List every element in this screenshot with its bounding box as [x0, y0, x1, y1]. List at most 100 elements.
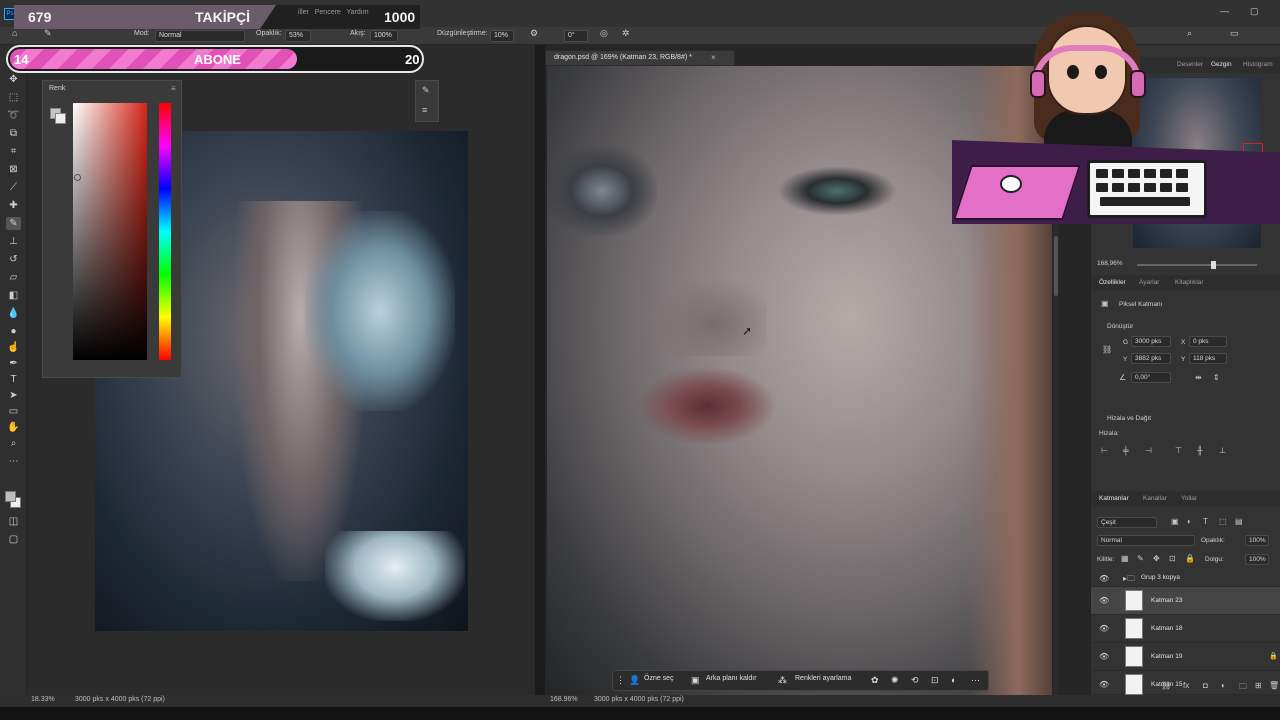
eraser-tool-icon[interactable]: ▱ [6, 271, 21, 284]
palette-icon[interactable]: ✿ [871, 675, 879, 686]
menu-item-help[interactable]: Yardım [347, 9, 369, 16]
more-icon[interactable]: ⋯ [971, 675, 980, 686]
document-tab[interactable]: dragon.psd @ 169% (Katman 23, RGB/8#) * … [545, 50, 735, 66]
layer-group-row[interactable]: 👁 ▸🗀 Grup 3 kopya [1091, 571, 1280, 587]
brush-tool-icon[interactable]: ✎ [6, 217, 21, 230]
layer-row[interactable]: 👁 Katman 19 [1091, 643, 1280, 671]
align-middle-icon[interactable]: ╫ [1197, 446, 1203, 455]
navigator-zoom-slider[interactable] [1137, 264, 1257, 266]
layer-row[interactable]: 👁 Katman 18 [1091, 615, 1280, 643]
align-left-icon[interactable]: ⊢ [1101, 446, 1108, 455]
blend-mode-select[interactable]: Normal [1097, 535, 1195, 546]
move-tool-icon[interactable]: ✥ [6, 73, 21, 86]
history-brush-tool-icon[interactable]: ↺ [6, 253, 21, 266]
align-bottom-icon[interactable]: ⊥ [1219, 446, 1226, 455]
path-select-tool-icon[interactable]: ➤ [6, 389, 21, 402]
gear-icon[interactable]: ⚙ [530, 28, 538, 39]
menu-item-fragment[interactable]: iller [298, 9, 309, 16]
hue-slider[interactable] [159, 103, 171, 360]
saturation-value-picker[interactable] [73, 103, 147, 360]
new-group-icon[interactable]: 🗀 [1239, 681, 1247, 695]
width-field[interactable]: 3000 pks [1131, 336, 1171, 347]
adjustment-layer-icon[interactable]: ◐ [1221, 681, 1226, 690]
adjust-colors-button[interactable]: Renkleri ayarlama [795, 675, 851, 682]
fill-field[interactable]: 100% [1245, 554, 1269, 565]
more-tools-icon[interactable]: ⋯ [6, 455, 21, 468]
filter-smart-icon[interactable]: ▤ [1235, 517, 1243, 526]
brush-settings-icon[interactable]: ✎ [422, 85, 430, 96]
hand-tool-icon[interactable]: ✋ [6, 421, 21, 434]
align-section-title[interactable]: Hizala ve Dağıt [1107, 415, 1151, 422]
mode-select[interactable]: Normal [155, 30, 245, 42]
navigator-zoom-knob[interactable] [1211, 261, 1216, 269]
foreground-color-swatch[interactable] [5, 491, 16, 502]
background-swatch[interactable] [55, 113, 66, 124]
marquee-tool-icon[interactable]: ⬚ [6, 91, 21, 104]
flip-vertical-icon[interactable]: ⇕ [1213, 373, 1220, 382]
filter-shape-icon[interactable]: ⬚ [1219, 517, 1227, 526]
align-center-icon[interactable]: ╪ [1123, 446, 1129, 455]
angle-field[interactable]: 0° [564, 30, 588, 42]
sparkle-icon[interactable]: ✺ [891, 675, 899, 686]
lock-move-icon[interactable]: ✥ [1153, 554, 1160, 563]
transform-section-title[interactable]: Dönüştür [1107, 323, 1133, 330]
menu-item-window[interactable]: Pencere [315, 9, 341, 16]
crop-icon[interactable]: ⊡ [931, 675, 939, 686]
stamp-tool-icon[interactable]: ⊥ [6, 235, 21, 248]
layer-row[interactable]: 👁 Katman 23 [1091, 587, 1280, 615]
navigator-zoom[interactable]: 168,96% [1097, 260, 1123, 267]
type-tool-icon[interactable]: T [6, 373, 21, 386]
tab-katmanlar[interactable]: Katmanlar [1099, 495, 1129, 502]
layer-filter-select[interactable]: Çeşit [1097, 517, 1157, 528]
opacity-field[interactable]: 53% [285, 30, 311, 42]
left-zoom-level[interactable]: 18.33% [31, 696, 55, 703]
scrollbar-thumb[interactable] [1054, 236, 1058, 296]
tab-kitapliklar[interactable]: Kitaplıklar [1175, 279, 1204, 286]
lasso-tool-icon[interactable]: ➰ [6, 109, 21, 122]
lock-artboard-icon[interactable]: ⊡ [1169, 554, 1176, 563]
x-field[interactable]: 0 pks [1189, 336, 1227, 347]
eyedropper-tool-icon[interactable]: ⟋ [6, 181, 21, 194]
blur-tool-icon[interactable]: 💧 [6, 307, 21, 320]
transform-icon[interactable]: ⟲ [911, 675, 919, 686]
right-zoom-level[interactable]: 168.96% [550, 696, 578, 703]
filter-adjust-icon[interactable]: ◐ [1187, 517, 1192, 526]
panel-menu-icon[interactable]: ≡ [171, 84, 176, 93]
zoom-tool-icon[interactable]: ⌕ [6, 437, 21, 450]
lock-all-icon[interactable]: 🔒 [1185, 554, 1195, 563]
trash-icon[interactable]: 🗑 [1269, 681, 1279, 690]
filter-pixel-icon[interactable]: ▣ [1171, 517, 1179, 526]
dodge-tool-icon[interactable]: ● [6, 325, 21, 338]
visibility-eye-icon[interactable]: 👁 [1099, 596, 1109, 605]
link-layers-icon[interactable]: ⛓ [1161, 681, 1171, 690]
smudge-tool-icon[interactable]: ☝ [6, 341, 21, 354]
healing-tool-icon[interactable]: ✚ [6, 199, 21, 212]
angle-field[interactable]: 0,00° [1131, 372, 1171, 383]
fx-icon[interactable]: fx [1183, 681, 1189, 690]
align-top-icon[interactable]: ⊤ [1175, 446, 1182, 455]
remove-background-button[interactable]: Arka planı kaldır [706, 675, 757, 682]
sliders-icon[interactable]: ≡ [422, 105, 427, 115]
visibility-eye-icon[interactable]: 👁 [1099, 652, 1109, 661]
quick-mask-icon[interactable]: ◫ [6, 515, 21, 528]
symmetry-icon[interactable]: ✲ [622, 28, 630, 39]
y-field[interactable]: 118 pks [1189, 353, 1227, 364]
tab-yollar[interactable]: Yollar [1181, 495, 1197, 502]
align-right-icon[interactable]: ⊣ [1145, 446, 1152, 455]
mask-icon[interactable]: ◘ [1203, 681, 1208, 690]
drag-handle-icon[interactable]: ⋮ [616, 675, 625, 686]
link-icon[interactable]: ⛓ [1102, 345, 1112, 354]
screen-mode-icon[interactable]: ▢ [6, 533, 21, 546]
color-picker-cursor[interactable] [74, 174, 81, 181]
close-icon[interactable]: × [711, 53, 716, 62]
frame-tool-icon[interactable]: ⊠ [6, 163, 21, 176]
smoothing-field[interactable]: 10% [490, 30, 514, 42]
visibility-eye-icon[interactable]: 👁 [1099, 574, 1109, 583]
home-icon[interactable]: ⌂ [12, 28, 17, 38]
flip-horizontal-icon[interactable]: ⇹ [1195, 373, 1202, 382]
lock-pixels-icon[interactable]: ▦ [1121, 554, 1129, 563]
height-field[interactable]: 3882 pks [1131, 353, 1171, 364]
new-layer-icon[interactable]: ⊞ [1255, 681, 1262, 690]
pressure-icon[interactable]: ◎ [600, 28, 608, 39]
crop-tool-icon[interactable]: ⌗ [6, 145, 21, 158]
